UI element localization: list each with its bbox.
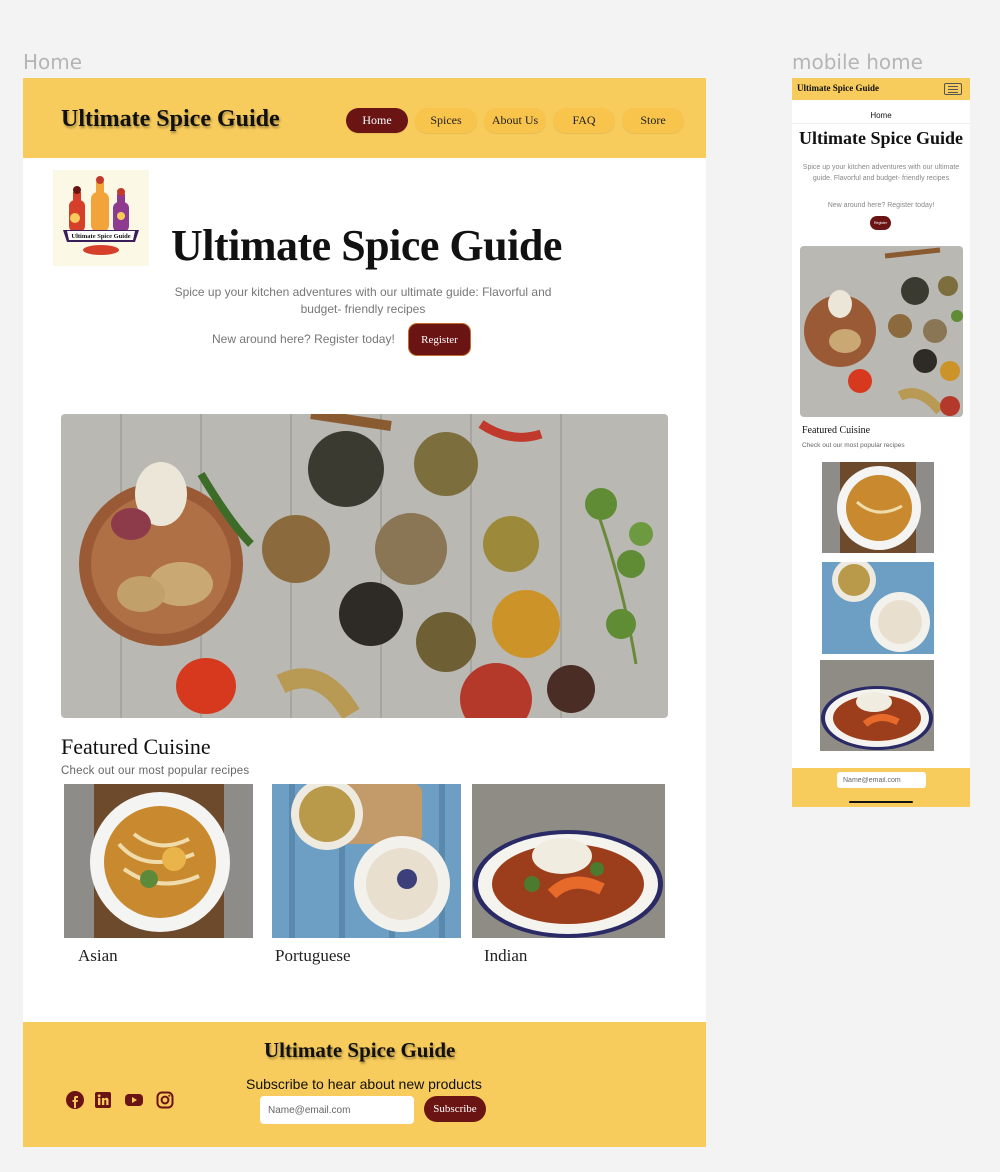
mobile-header: Ultimate Spice Guide	[792, 78, 970, 100]
register-button[interactable]: Register	[409, 324, 470, 355]
subscribe-prompt: Subscribe to hear about new products	[246, 1076, 482, 1092]
hamburger-menu-icon[interactable]	[944, 83, 962, 95]
subscribe-button[interactable]: Subscribe	[424, 1096, 486, 1122]
instagram-icon[interactable]	[156, 1091, 174, 1109]
site-header: Ultimate Spice Guide Home Spices About U…	[23, 78, 706, 158]
portuguese-cuisine-image[interactable]	[272, 784, 461, 938]
mobile-featured-title: Featured Cuisine	[802, 425, 871, 436]
mobile-brand[interactable]: Ultimate Spice Guide	[797, 83, 879, 93]
site-logo: Ultimate Spice Guide	[53, 170, 149, 266]
hero-title: Ultimate Spice Guide	[171, 221, 562, 270]
linkedin-icon[interactable]	[94, 1091, 112, 1109]
mobile-hero-title: Ultimate Spice Guide	[799, 128, 963, 148]
logo-text: Ultimate Spice Guide	[71, 233, 130, 240]
nav-faq[interactable]: FAQ	[553, 108, 615, 133]
mobile-nav-home[interactable]: Home	[792, 111, 970, 120]
mobile-register-button[interactable]: Register	[870, 216, 891, 230]
desktop-frame-label: Home	[23, 50, 83, 74]
site-footer: Ultimate Spice Guide Subscribe to hear a…	[23, 1022, 706, 1147]
hero-spices-image	[61, 414, 668, 718]
featured-title: Featured Cuisine	[61, 734, 211, 759]
indian-cuisine-image[interactable]	[472, 784, 665, 938]
mobile-frame-label: mobile home	[792, 50, 923, 74]
indian-card-label[interactable]: Indian	[484, 946, 527, 966]
mobile-featured-subtitle: Check out our most popular recipes	[802, 442, 905, 449]
youtube-icon[interactable]	[124, 1091, 144, 1109]
nav-home[interactable]: Home	[346, 108, 408, 133]
mobile-nav-divider	[792, 123, 970, 124]
subscribe-email-input[interactable]	[260, 1096, 414, 1124]
hero-register-prompt: New around here? Register today!	[212, 332, 395, 346]
mobile-home-indicator	[849, 801, 913, 803]
featured-subtitle: Check out our most popular recipes	[61, 765, 250, 777]
mobile-hero-subtitle: Spice up your kitchen adventures with ou…	[802, 164, 960, 182]
nav-about-us[interactable]: About Us	[484, 108, 546, 133]
nav-spices[interactable]: Spices	[415, 108, 477, 133]
mobile-portuguese-image[interactable]	[822, 562, 934, 654]
hero-subtitle: Spice up your kitchen adventures with ou…	[174, 285, 552, 316]
asian-cuisine-image[interactable]	[64, 784, 253, 938]
mobile-register-prompt: New around here? Register today!	[827, 202, 935, 209]
nav-store[interactable]: Store	[622, 108, 684, 133]
footer-brand: Ultimate Spice Guide	[264, 1038, 456, 1062]
asian-card-label[interactable]: Asian	[78, 946, 118, 966]
desktop-home-frame: Ultimate Spice Guide Home Spices About U…	[23, 78, 706, 1147]
mobile-subscribe-email-input[interactable]	[837, 772, 926, 788]
mobile-asian-image[interactable]	[822, 462, 934, 553]
mobile-indian-image[interactable]	[820, 660, 934, 751]
mobile-footer	[792, 768, 970, 807]
mobile-hero-spices-image	[800, 246, 963, 417]
mobile-home-frame: Ultimate Spice Guide Home Ultimate Spice…	[792, 78, 970, 807]
site-brand[interactable]: Ultimate Spice Guide	[61, 106, 280, 133]
facebook-icon[interactable]	[66, 1091, 84, 1109]
portuguese-card-label[interactable]: Portuguese	[275, 946, 351, 966]
